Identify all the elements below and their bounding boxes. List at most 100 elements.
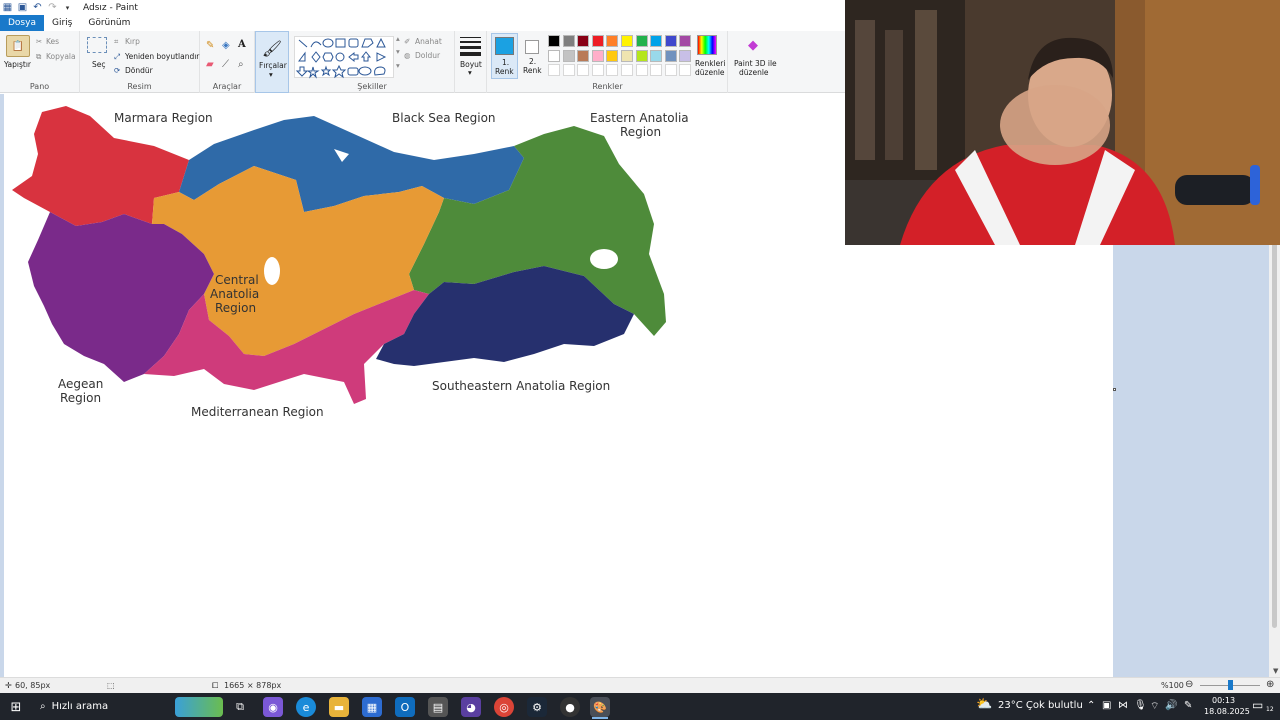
copy-button[interactable]: Kopyala xyxy=(46,52,76,61)
edit-colors-button-line2[interactable]: düzenle xyxy=(695,68,725,77)
palette-swatch[interactable] xyxy=(679,49,692,62)
rotate-button[interactable]: Döndür xyxy=(125,66,153,75)
label-eastern-1: Eastern Anatolia xyxy=(590,111,689,125)
palette-custom-swatch[interactable] xyxy=(650,64,663,76)
brushes-dropdown-icon: ▾ xyxy=(269,70,273,79)
palette-swatch[interactable] xyxy=(606,35,619,47)
brushes-button[interactable]: 🖌 Fırçalar ▾ xyxy=(255,31,289,93)
windows-start-icon[interactable]: ⊞ xyxy=(6,697,26,717)
steam-icon[interactable]: ⚙ xyxy=(527,697,547,717)
shapes-gallery[interactable] xyxy=(294,36,394,79)
palette-swatch[interactable] xyxy=(621,49,633,62)
file-explorer-icon[interactable]: ▬ xyxy=(329,697,349,717)
color2-button[interactable]: 2. Renk xyxy=(520,33,544,79)
copilot-icon[interactable]: ◉ xyxy=(263,697,283,717)
discord-icon[interactable]: ◕ xyxy=(461,697,481,717)
palette-swatch[interactable] xyxy=(548,49,560,62)
palette-custom-swatch[interactable] xyxy=(577,64,590,76)
undo-icon[interactable]: ↶ xyxy=(32,2,43,13)
size-button[interactable]: Boyut ▾ xyxy=(455,31,487,93)
zoom-in-icon[interactable]: ⊕ xyxy=(1266,679,1274,690)
volume-icon[interactable]: 🔊 xyxy=(1165,700,1177,711)
fill-button[interactable]: Doldur xyxy=(415,51,440,60)
weather-text[interactable]: 23°C Çok bulutlu xyxy=(998,700,1083,711)
color-picker-icon[interactable]: ⟋ xyxy=(222,59,229,70)
palette-custom-swatch[interactable] xyxy=(548,64,560,76)
edit-colors-button-line1[interactable]: Renkleri xyxy=(695,59,725,68)
palette-swatch[interactable] xyxy=(635,35,648,47)
size-dropdown-icon: ▾ xyxy=(468,68,472,77)
palette-swatch[interactable] xyxy=(577,49,590,62)
task-view-icon[interactable]: ⧉ xyxy=(230,697,250,717)
paste-icon[interactable]: 📋 xyxy=(6,35,30,57)
text-tool-icon[interactable]: A xyxy=(238,39,246,50)
app-icon[interactable]: ▤ xyxy=(428,697,448,717)
palette-custom-swatch[interactable] xyxy=(591,64,604,76)
zoom-slider-thumb[interactable] xyxy=(1228,680,1233,690)
shapes-more-icon[interactable]: ▾ xyxy=(396,61,400,70)
obs-icon[interactable]: ● xyxy=(560,697,580,717)
palette-custom-swatch[interactable] xyxy=(635,64,648,76)
paint3d-button[interactable]: ◆ Paint 3D ile düzenle xyxy=(729,31,777,93)
quick-access-dropdown-icon[interactable]: ▾ xyxy=(62,2,73,13)
palette-custom-swatch[interactable] xyxy=(679,64,692,76)
palette-custom-swatch[interactable] xyxy=(606,64,619,76)
scroll-down-icon[interactable]: ▼ xyxy=(1273,667,1278,675)
redo-icon[interactable]: ↷ xyxy=(47,2,58,13)
fill-bucket-icon[interactable]: ◈ xyxy=(222,40,230,51)
palette-swatch[interactable] xyxy=(562,35,575,47)
paint3d-label-line1: Paint 3D ile xyxy=(734,59,777,68)
zoom-out-icon[interactable]: ⊖ xyxy=(1185,679,1193,690)
eraser-icon[interactable]: ▰ xyxy=(206,59,214,70)
crop-button[interactable]: Kırp xyxy=(125,37,140,46)
save-icon[interactable]: ▣ xyxy=(17,2,28,13)
palette-swatch[interactable] xyxy=(621,35,633,47)
clock-time[interactable]: 00:13 xyxy=(1212,696,1235,705)
palette-swatch[interactable] xyxy=(664,49,677,62)
microsoft-store-icon[interactable]: ▦ xyxy=(362,697,382,717)
tab-file[interactable]: Dosya xyxy=(0,15,44,31)
palette-swatch[interactable] xyxy=(650,35,663,47)
cut-button[interactable]: Kes xyxy=(46,37,59,46)
pencil-icon[interactable]: ✎ xyxy=(206,40,214,51)
select-icon[interactable] xyxy=(87,37,107,53)
select-button[interactable]: Seç xyxy=(92,60,106,69)
palette-swatch[interactable] xyxy=(664,35,677,47)
tray-network-icon[interactable]: ⋈ xyxy=(1118,700,1128,711)
shapes-scroll-down-icon[interactable]: ▾ xyxy=(396,47,400,56)
chrome-icon[interactable]: ◎ xyxy=(494,697,514,717)
edge-icon[interactable]: e xyxy=(296,697,316,717)
color1-button[interactable]: 1. Renk xyxy=(491,33,518,79)
palette-swatch[interactable] xyxy=(635,49,648,62)
show-hidden-icons-icon[interactable]: ⌃ xyxy=(1087,700,1095,711)
outline-button[interactable]: Anahat xyxy=(415,37,442,46)
canvas-resize-handle[interactable] xyxy=(1113,388,1116,391)
search-highlight-icon[interactable] xyxy=(175,697,223,717)
pen-icon[interactable]: ✎ xyxy=(1184,700,1192,711)
resize-button[interactable]: Yeniden boyutlandır xyxy=(125,52,199,61)
microphone-icon[interactable]: 🎙 xyxy=(1134,700,1147,711)
paint-taskbar-icon[interactable]: 🎨 xyxy=(590,697,610,717)
paste-button[interactable]: Yapıştır xyxy=(4,60,31,69)
palette-swatch[interactable] xyxy=(591,49,604,62)
palette-swatch[interactable] xyxy=(606,49,619,62)
tray-app-icon[interactable]: ▣ xyxy=(1102,700,1111,711)
notifications-icon[interactable]: ▭ xyxy=(1252,698,1263,712)
palette-custom-swatch[interactable] xyxy=(562,64,575,76)
palette-swatch[interactable] xyxy=(591,35,604,47)
palette-custom-swatch[interactable] xyxy=(621,64,633,76)
palette-swatch[interactable] xyxy=(548,35,560,47)
tab-home[interactable]: Giriş xyxy=(44,15,80,31)
palette-swatch[interactable] xyxy=(650,49,663,62)
tab-view[interactable]: Görünüm xyxy=(80,15,138,31)
wifi-icon[interactable]: ⌔ xyxy=(1150,700,1159,713)
outlook-icon[interactable]: O xyxy=(395,697,415,717)
shapes-scroll-up-icon[interactable]: ▴ xyxy=(396,34,400,43)
palette-swatch[interactable] xyxy=(577,35,590,47)
magnifier-icon[interactable]: ⌕ xyxy=(238,59,244,70)
edit-colors-icon[interactable] xyxy=(697,35,717,55)
palette-swatch[interactable] xyxy=(562,49,575,62)
clock-date[interactable]: 18.08.2025 xyxy=(1204,707,1250,716)
palette-custom-swatch[interactable] xyxy=(664,64,677,76)
palette-swatch[interactable] xyxy=(679,35,692,47)
